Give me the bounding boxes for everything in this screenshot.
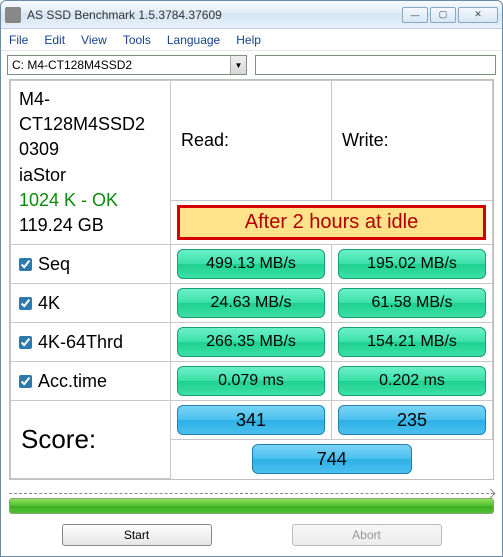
acc-label: Acc.time xyxy=(38,371,107,391)
drive-info: M4-CT128M4SSD2 0309 iaStor 1024 K - OK 1… xyxy=(11,81,171,245)
4k-checkbox[interactable] xyxy=(19,297,32,310)
path-input[interactable] xyxy=(255,55,496,75)
titlebar[interactable]: AS SSD Benchmark 1.5.3784.37609 — ▢ ✕ xyxy=(1,1,502,29)
toolbar: C: M4-CT128M4SSD2 ▼ xyxy=(1,51,502,79)
annotation-text: After 2 hours at idle xyxy=(177,205,486,240)
acc-write: 0.202 ms xyxy=(338,366,486,396)
seq-label: Seq xyxy=(38,254,70,274)
4k64-checkbox[interactable] xyxy=(19,336,32,349)
drive-select-value: C: M4-CT128M4SSD2 xyxy=(12,58,132,72)
app-icon xyxy=(5,7,21,23)
4k-write: 61.58 MB/s xyxy=(338,288,486,318)
info-firmware: 0309 xyxy=(19,137,162,162)
header-write: Write: xyxy=(332,81,493,201)
menubar: File Edit View Tools Language Help xyxy=(1,29,502,51)
acc-read: 0.079 ms xyxy=(177,366,325,396)
4k-label: 4K xyxy=(38,293,60,313)
progress-bar xyxy=(9,498,494,514)
header-read: Read: xyxy=(171,81,332,201)
results-panel: M4-CT128M4SSD2 0309 iaStor 1024 K - OK 1… xyxy=(9,79,494,480)
score-write: 235 xyxy=(338,405,486,435)
seq-checkbox[interactable] xyxy=(19,258,32,271)
4k64-label: 4K-64Thrd xyxy=(38,332,123,352)
close-button[interactable]: ✕ xyxy=(458,7,498,23)
minimize-button[interactable]: — xyxy=(402,7,428,23)
score-total: 744 xyxy=(252,444,412,474)
acc-checkbox[interactable] xyxy=(19,375,32,388)
chevron-down-icon: ▼ xyxy=(230,56,246,74)
menu-help[interactable]: Help xyxy=(236,33,261,47)
start-button[interactable]: Start xyxy=(62,524,212,546)
seq-read: 499.13 MB/s xyxy=(177,249,325,279)
annotation-banner: After 2 hours at idle xyxy=(171,201,493,245)
menu-edit[interactable]: Edit xyxy=(44,33,65,47)
abort-button[interactable]: Abort xyxy=(292,524,442,546)
4k-read: 24.63 MB/s xyxy=(177,288,325,318)
seq-write: 195.02 MB/s xyxy=(338,249,486,279)
info-size: 119.24 GB xyxy=(19,213,162,238)
menu-tools[interactable]: Tools xyxy=(123,33,151,47)
info-alignment: 1024 K - OK xyxy=(19,188,162,213)
app-window: AS SSD Benchmark 1.5.3784.37609 — ▢ ✕ Fi… xyxy=(0,0,503,557)
window-title: AS SSD Benchmark 1.5.3784.37609 xyxy=(27,8,402,22)
menu-view[interactable]: View xyxy=(81,33,107,47)
menu-file[interactable]: File xyxy=(9,33,28,47)
score-label: Score: xyxy=(11,401,171,479)
separator xyxy=(9,486,494,494)
4k64-write: 154.21 MB/s xyxy=(338,327,486,357)
maximize-button[interactable]: ▢ xyxy=(430,7,456,23)
menu-language[interactable]: Language xyxy=(167,33,220,47)
4k64-read: 266.35 MB/s xyxy=(177,327,325,357)
button-row: Start Abort xyxy=(1,518,502,556)
score-read: 341 xyxy=(177,405,325,435)
drive-select[interactable]: C: M4-CT128M4SSD2 ▼ xyxy=(7,55,247,75)
info-driver: iaStor xyxy=(19,163,162,188)
info-model: M4-CT128M4SSD2 xyxy=(19,87,162,137)
